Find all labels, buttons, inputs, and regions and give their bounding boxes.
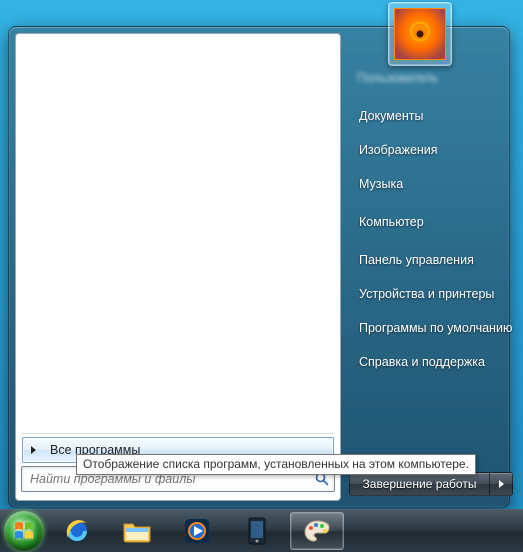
- triangle-right-icon: [31, 446, 36, 454]
- sidebar-item-music[interactable]: Музыка: [349, 167, 513, 201]
- sidebar-item-computer[interactable]: Компьютер: [349, 205, 513, 239]
- separator: [22, 433, 334, 434]
- sidebar-item-devices-printers[interactable]: Устройства и принтеры: [349, 277, 513, 311]
- sidebar-item-label: Изображения: [359, 143, 438, 157]
- sidebar-item-label: Программы по умолчанию: [359, 321, 512, 335]
- phone-icon: [243, 517, 271, 545]
- start-button[interactable]: [4, 511, 44, 551]
- folder-icon: [123, 517, 151, 545]
- start-menu-right-pane: Пользователь Документы Изображения Музык…: [349, 33, 513, 501]
- tooltip: Отображение списка программ, установленн…: [76, 454, 476, 475]
- shutdown-label: Завершение работы: [363, 477, 477, 491]
- pinned-programs-area: [16, 34, 340, 433]
- sidebar-item-label: Документы: [359, 109, 423, 123]
- triangle-right-icon: [499, 480, 504, 488]
- windows-logo-icon: [13, 520, 35, 542]
- tooltip-text: Отображение списка программ, установленн…: [83, 457, 469, 471]
- taskbar-item-phone[interactable]: [230, 512, 284, 550]
- desktop: Все программы Пользователь: [0, 0, 523, 552]
- sidebar-item-pictures[interactable]: Изображения: [349, 133, 513, 167]
- sidebar-item-documents[interactable]: Документы: [349, 99, 513, 133]
- paint-icon: [303, 517, 331, 545]
- username-label: Пользователь: [357, 71, 513, 85]
- start-menu: Все программы Пользователь: [8, 26, 510, 508]
- user-picture-icon: [394, 8, 446, 60]
- start-menu-left-pane: Все программы: [15, 33, 341, 501]
- taskbar-item-internet-explorer[interactable]: [50, 512, 104, 550]
- sidebar-item-label: Панель управления: [359, 253, 474, 267]
- sidebar-item-label: Устройства и принтеры: [359, 287, 494, 301]
- taskbar-item-media-player[interactable]: [170, 512, 224, 550]
- taskbar: [0, 509, 523, 552]
- sidebar-item-label: Компьютер: [359, 215, 424, 229]
- sidebar-item-label: Музыка: [359, 177, 403, 191]
- shutdown-row: Завершение работы: [349, 472, 513, 496]
- media-player-icon: [183, 517, 211, 545]
- shutdown-options-button[interactable]: [489, 472, 513, 496]
- taskbar-item-paint[interactable]: [290, 512, 344, 550]
- user-picture-frame[interactable]: [388, 2, 452, 66]
- sidebar-item-control-panel[interactable]: Панель управления: [349, 243, 513, 277]
- sidebar-item-default-programs[interactable]: Программы по умолчанию: [349, 311, 513, 345]
- sidebar-item-help-support[interactable]: Справка и поддержка: [349, 345, 513, 379]
- shutdown-button[interactable]: Завершение работы: [349, 472, 489, 496]
- internet-explorer-icon: [63, 517, 91, 545]
- taskbar-item-explorer[interactable]: [110, 512, 164, 550]
- sidebar-item-label: Справка и поддержка: [359, 355, 485, 369]
